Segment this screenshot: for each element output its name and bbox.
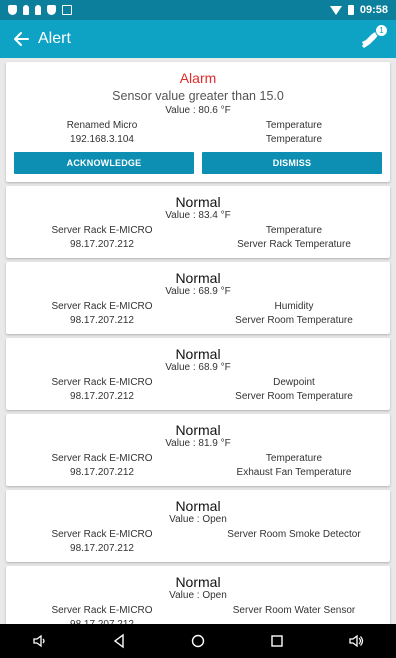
alert-details: Renamed Micro 192.168.3.104 Temperature Tem… [6,119,390,147]
device-ip: 192.168.3.104 [70,134,134,145]
sensor-name: Server Room Water Sensor [232,605,356,616]
home-nav-icon[interactable] [190,633,206,649]
security-shield-icon [47,5,56,15]
back-nav-icon[interactable] [111,633,127,649]
device-info: Server Rack E-MICRO 98.17.207.212 [6,224,198,252]
acknowledge-button[interactable]: ACKNOWLEDGE [14,152,194,174]
alert-details: Server Rack E-MICRO98.17.207.212Server R… [6,528,390,556]
device-name: Server Rack E-MICRO [51,453,153,464]
device-name: Server Rack E-MICRO [51,605,153,616]
sensor-info: Temperature Server Rack Temperature [198,224,390,252]
device-ip: 98.17.207.212 [70,315,134,326]
sensor-info: Server Room Water Sensor [198,604,390,624]
alert-status-title: Normal [175,574,221,590]
device-name: Server Rack E-MICRO [51,301,153,312]
sensor-info: Dewpoint Server Room Temperature [198,376,390,404]
alert-status-title: Normal [175,194,221,210]
alert-card[interactable]: Normal Value : 68.9 °F Server Rack E-MICRO… [6,338,390,410]
status-icons-left [8,5,72,15]
status-bar: 09:58 [0,0,396,20]
sensor-value: Value : 83.4 °F [165,210,231,221]
sensor-value: Value : 68.9 °F [165,362,231,373]
alert-details: Server Rack E-MICRO 98.17.207.212 Temperat… [6,224,390,252]
page-title: Alert [38,30,71,47]
device-ip: 98.17.207.212 [70,391,134,402]
device-info: Server Rack E-MICRO 98.17.207.212 [6,452,198,480]
device-info: Server Rack E-MICRO 98.17.207.212 [6,376,198,404]
sensor-value: Value : 80.6 °F [165,105,231,116]
sensor-type: Temperature [265,225,323,236]
status-time: 09:58 [359,4,388,16]
sensor-value: Value : Open [169,514,227,525]
alert-details: Server Rack E-MICRO98.17.207.212Server R… [6,604,390,624]
device-info: Renamed Micro 192.168.3.104 [6,119,198,147]
sensor-info: Temperature Temperature [198,119,390,147]
screen: 09:58 Alert 1 Alarm Sensor value greater … [0,0,396,658]
sensor-info: Temperature Exhaust Fan Temperature [198,452,390,480]
recents-nav-icon[interactable] [269,633,285,649]
sensor-name: Server Room Temperature [235,315,353,326]
system-nav-bar [0,624,396,658]
device-info: Server Rack E-MICRO 98.17.207.212 [6,528,198,556]
alert-card[interactable]: NormalValue : Open Server Rack E-MICRO 98.… [6,490,390,562]
wifi-icon [329,5,342,15]
device-info: Server Rack E-MICRO 98.17.207.212 [6,300,198,328]
device-ip: 98.17.207.212 [70,467,134,478]
sensor-type: Temperature [265,120,323,131]
battery-icon [347,5,354,15]
alert-details: Server Rack E-MICRO 98.17.207.212 Dewpoint… [6,376,390,404]
sensor-name: Exhaust Fan Temperature [236,467,352,478]
back-arrow-icon[interactable] [12,30,30,48]
notification-pin-icon [23,5,29,15]
alarm-card[interactable]: Alarm Sensor value greater than 15.0 Value… [6,62,390,182]
sensor-name: Server Rack Temperature [237,239,351,250]
volume-down-icon[interactable] [32,633,48,649]
alert-status-title: Normal [175,422,221,438]
sensor-value: Value : 68.9 °F [165,286,231,297]
sensor-value: Value : 81.9 °F [165,438,231,449]
alert-status-title: Normal [175,346,221,362]
device-name: Server Rack E-MICRO [51,529,153,540]
notification-pin-icon-2 [35,5,41,15]
device-name: Server Rack E-MICRO [51,225,153,236]
device-ip: 98.17.207.212 [70,239,134,250]
sensor-info: Server Room Smoke Detector [198,528,390,556]
app-bar: Alert 1 [0,20,396,58]
sensor-name: Server Room Temperature [235,391,353,402]
alert-card[interactable]: Normal Value : 83.4 °F Server Rack E-MICRO… [6,186,390,258]
device-name: Server Rack E-MICRO [51,377,153,388]
sensor-info: Humidity Server Room Temperature [198,300,390,328]
notification-count-badge: 1 [375,24,388,37]
device-name: Renamed Micro [66,120,138,131]
sensor-type: Humidity [274,301,314,312]
sensor-type: Temperature [265,453,323,464]
sensor-name: Temperature [265,134,323,145]
alarm-actions: ACKNOWLEDGE DISMISS [6,147,390,174]
sensor-type: Dewpoint [273,377,315,388]
alert-card[interactable]: Normal Value : 81.9 °F Server Rack E-MICRO… [6,414,390,486]
alert-details: Server Rack E-MICRO 98.17.207.212 Temperat… [6,452,390,480]
notifications-button[interactable]: 1 [358,24,388,50]
screenshot-icon [62,5,72,15]
sensor-name: Server Room Smoke Detector [227,529,361,540]
device-ip: 98.17.207.212 [70,543,134,554]
alert-status-title: Alarm [179,70,217,86]
volume-up-icon[interactable] [348,633,364,649]
alert-status-title: Normal [175,270,221,286]
alert-list[interactable]: Alarm Sensor value greater than 15.0 Value… [0,58,396,624]
dismiss-button[interactable]: DISMISS [202,152,382,174]
alert-details: Server Rack E-MICRO 98.17.207.212 Humidity… [6,300,390,328]
alert-card[interactable]: NormalValue : Open Server Rack E-MICRO98.… [6,566,390,624]
device-info: Server Rack E-MICRO98.17.207.212 [6,604,198,624]
alert-condition: Sensor value greater than 15.0 [112,89,284,103]
sensor-value: Value : Open [169,590,227,601]
alert-card[interactable]: Normal Value : 68.9 °F Server Rack E-MICRO… [6,262,390,334]
vpn-shield-icon [8,5,17,15]
status-icons-right: 09:58 [329,4,388,16]
alert-status-title: Normal [175,498,221,514]
